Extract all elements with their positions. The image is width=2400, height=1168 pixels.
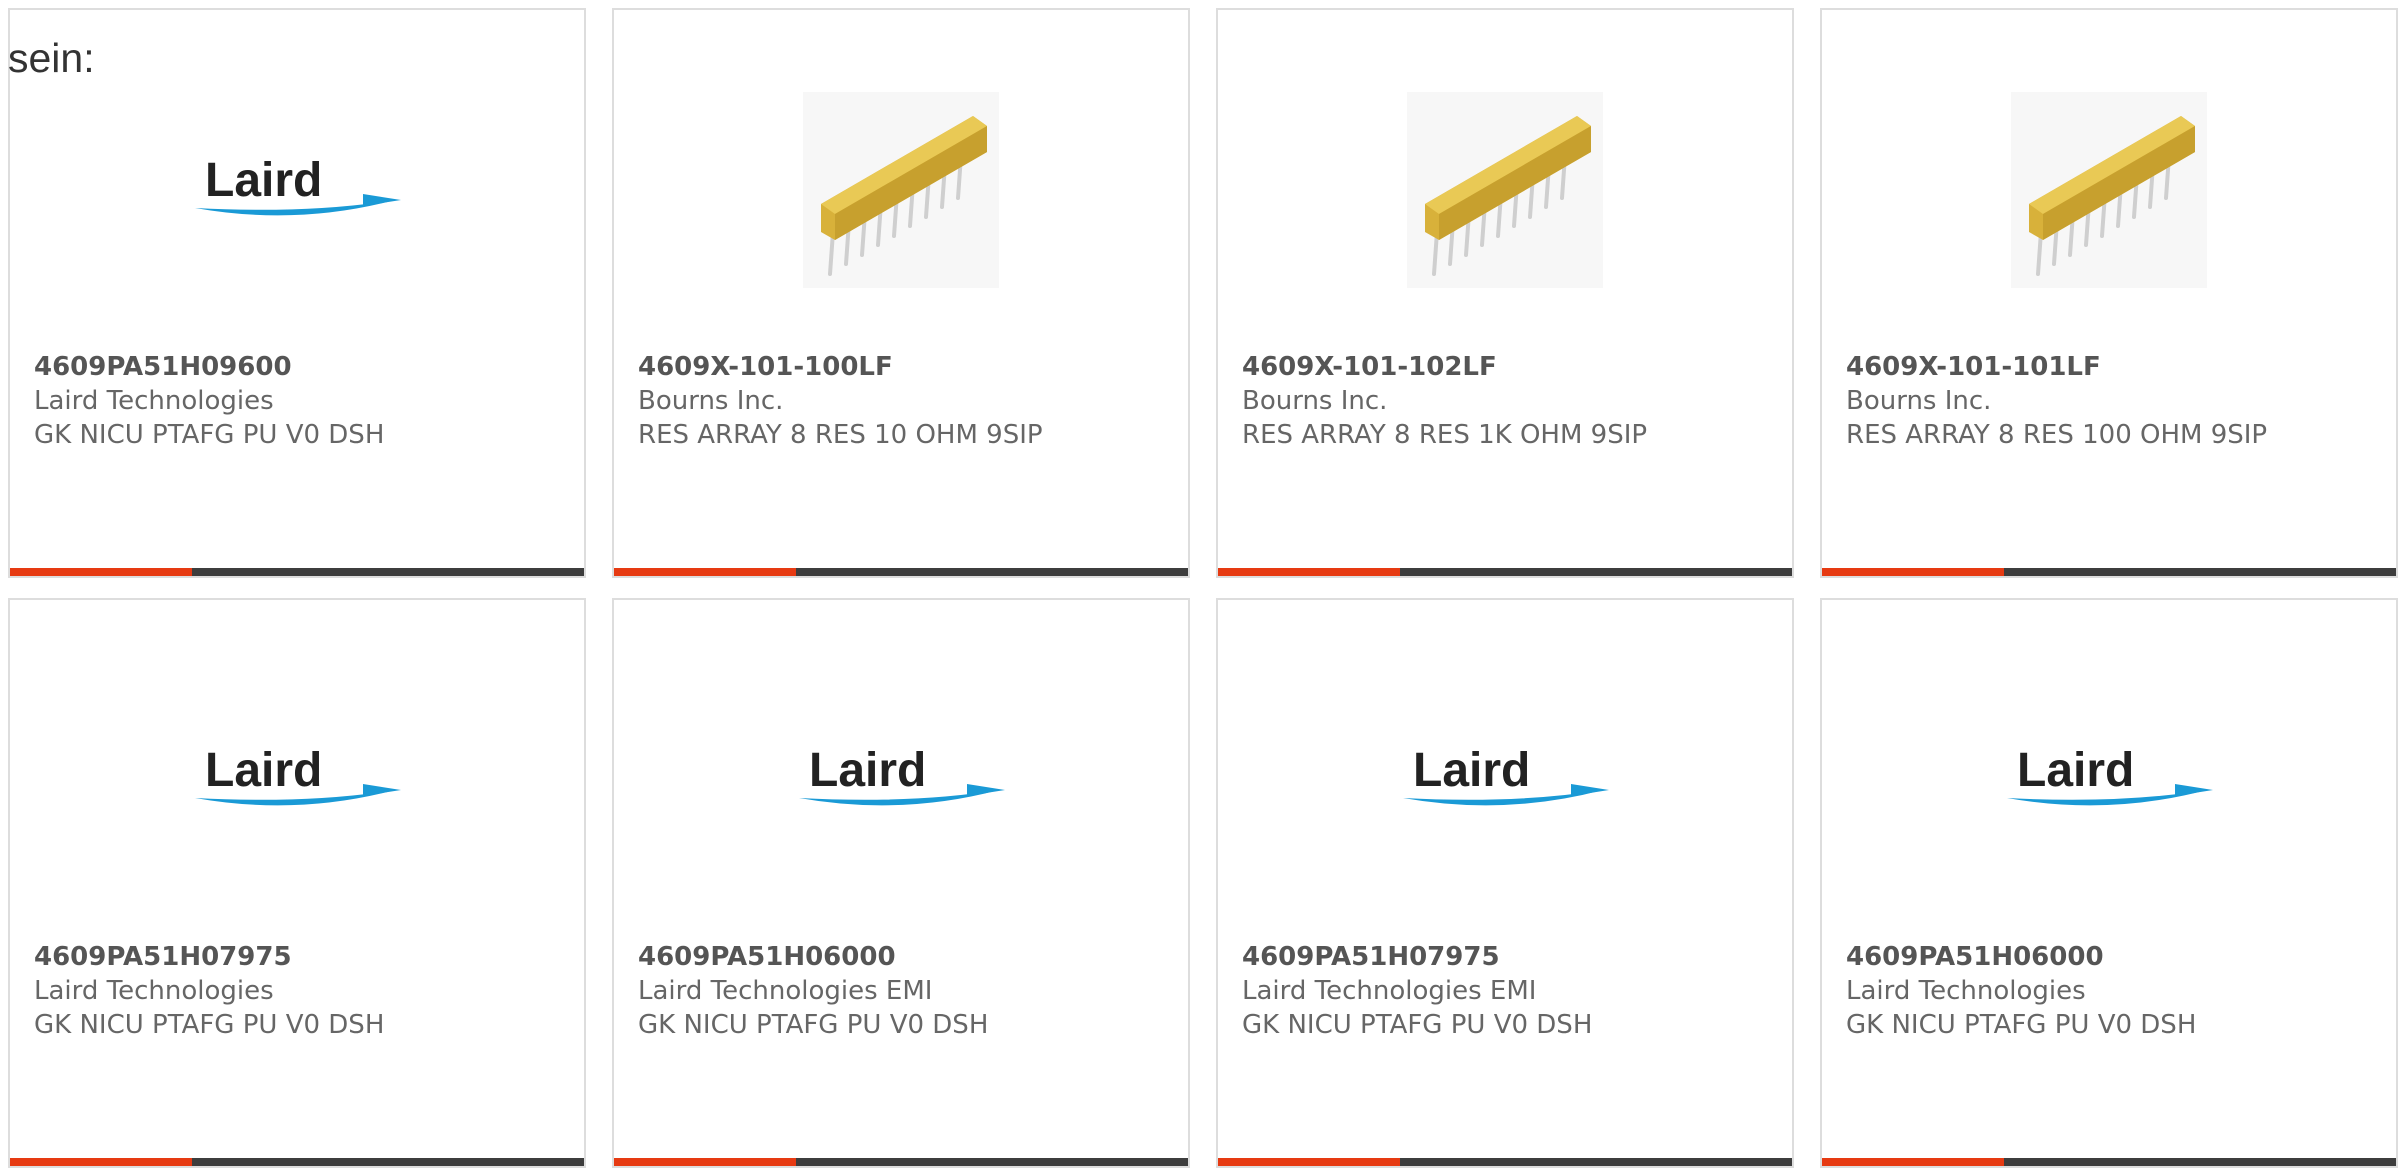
manufacturer: Laird Technologies — [1846, 976, 2086, 1006]
card-bar-accent — [10, 568, 192, 576]
card-bar-accent — [10, 1158, 192, 1166]
product-image[interactable]: Laird — [1218, 675, 1792, 885]
card-bar-accent — [1822, 1158, 2004, 1166]
svg-text:Laird: Laird — [2017, 744, 2134, 797]
resistor-array-photo — [2011, 92, 2207, 288]
description: GK NICU PTAFG PU V0 DSH — [1846, 1010, 2197, 1040]
card-bar-accent — [614, 568, 796, 576]
product-card[interactable]: 4609X-101-102LF Bourns Inc. RES ARRAY 8 … — [1216, 8, 1794, 578]
svg-text:Laird: Laird — [205, 154, 322, 207]
part-number[interactable]: 4609PA51H06000 — [1846, 940, 2380, 974]
product-image[interactable]: Laird — [1822, 675, 2396, 885]
manufacturer: Laird Technologies EMI — [638, 976, 933, 1006]
product-card[interactable]: 4609X-101-100LF Bourns Inc. RES ARRAY 8 … — [612, 8, 1190, 578]
description: GK NICU PTAFG PU V0 DSH — [638, 1010, 989, 1040]
laird-logo: Laird — [195, 154, 401, 216]
product-image[interactable] — [1218, 85, 1792, 295]
card-bar — [1822, 568, 2396, 576]
description: RES ARRAY 8 RES 10 OHM 9SIP — [638, 420, 1043, 450]
laird-logo: Laird — [195, 744, 401, 806]
part-number[interactable]: 4609X-101-102LF — [1242, 350, 1776, 384]
card-bar — [614, 568, 1188, 576]
product-card[interactable]: Laird 4609PA51H07975 Laird Technologies … — [8, 598, 586, 1168]
product-card[interactable]: Laird 4609PA51H09600 Laird Technologies … — [8, 8, 586, 578]
product-image[interactable]: Laird — [10, 85, 584, 295]
description: GK NICU PTAFG PU V0 DSH — [34, 420, 385, 450]
card-bar-accent — [1822, 568, 2004, 576]
card-bar — [10, 1158, 584, 1166]
part-number[interactable]: 4609PA51H07975 — [1242, 940, 1776, 974]
part-number[interactable]: 4609X-101-101LF — [1846, 350, 2380, 384]
card-bar-accent — [614, 1158, 796, 1166]
card-bar — [1822, 1158, 2396, 1166]
product-grid: Laird 4609PA51H09600 Laird Technologies … — [8, 8, 2398, 1168]
product-image[interactable]: Laird — [10, 675, 584, 885]
product-card[interactable]: Laird 4609PA51H06000 Laird Technologies … — [1820, 598, 2398, 1168]
part-number[interactable]: 4609X-101-100LF — [638, 350, 1172, 384]
card-bar — [1218, 1158, 1792, 1166]
product-card[interactable]: Laird 4609PA51H07975 Laird Technologies … — [1216, 598, 1794, 1168]
product-image[interactable] — [614, 85, 1188, 295]
manufacturer: Bourns Inc. — [1242, 386, 1388, 416]
resistor-array-photo — [803, 92, 999, 288]
card-bar-accent — [1218, 568, 1400, 576]
part-number[interactable]: 4609PA51H07975 — [34, 940, 568, 974]
manufacturer: Laird Technologies — [34, 386, 274, 416]
description: GK NICU PTAFG PU V0 DSH — [34, 1010, 385, 1040]
product-card[interactable]: Laird 4609PA51H06000 Laird Technologies … — [612, 598, 1190, 1168]
manufacturer: Bourns Inc. — [638, 386, 784, 416]
description: RES ARRAY 8 RES 1K OHM 9SIP — [1242, 420, 1648, 450]
card-bar — [10, 568, 584, 576]
part-number[interactable]: 4609PA51H09600 — [34, 350, 568, 384]
svg-text:Laird: Laird — [1413, 744, 1530, 797]
part-number[interactable]: 4609PA51H06000 — [638, 940, 1172, 974]
description: GK NICU PTAFG PU V0 DSH — [1242, 1010, 1593, 1040]
manufacturer: Laird Technologies EMI — [1242, 976, 1537, 1006]
laird-logo: Laird — [2007, 744, 2213, 806]
manufacturer: Laird Technologies — [34, 976, 274, 1006]
card-bar — [614, 1158, 1188, 1166]
card-bar-accent — [1218, 1158, 1400, 1166]
product-card[interactable]: 4609X-101-101LF Bourns Inc. RES ARRAY 8 … — [1820, 8, 2398, 578]
product-image[interactable]: Laird — [614, 675, 1188, 885]
laird-logo: Laird — [1403, 744, 1609, 806]
manufacturer: Bourns Inc. — [1846, 386, 1992, 416]
laird-logo: Laird — [799, 744, 1005, 806]
intro-text: sein: — [8, 35, 95, 81]
svg-text:Laird: Laird — [205, 744, 322, 797]
svg-text:Laird: Laird — [809, 744, 926, 797]
resistor-array-photo — [1407, 92, 1603, 288]
product-image[interactable] — [1822, 85, 2396, 295]
description: RES ARRAY 8 RES 100 OHM 9SIP — [1846, 420, 2268, 450]
card-bar — [1218, 568, 1792, 576]
